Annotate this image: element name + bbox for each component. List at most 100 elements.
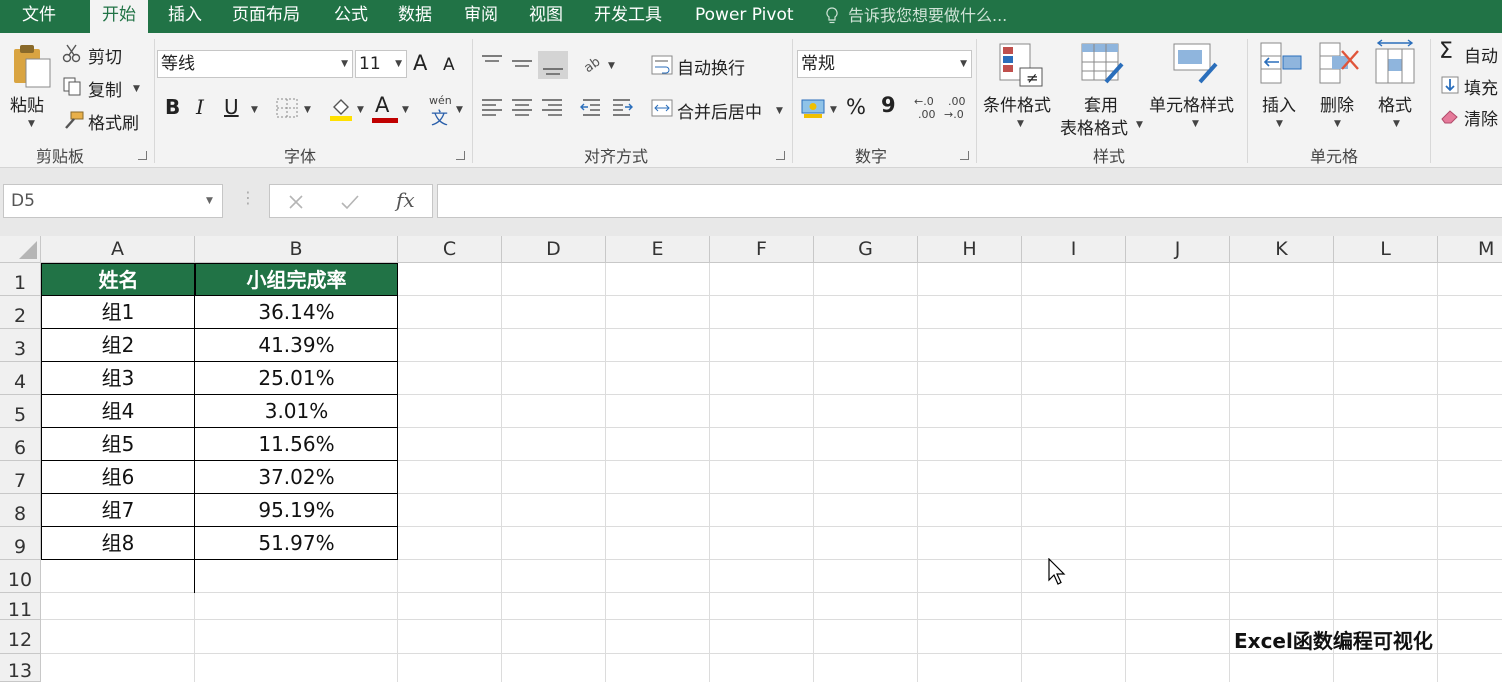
fill-color-icon[interactable] (328, 95, 354, 121)
chevron-down-icon[interactable]: ▼ (1136, 120, 1143, 130)
row-header[interactable]: 9 (0, 527, 41, 560)
cell-completion-rate[interactable]: 25.01% (195, 362, 398, 395)
column-header-a[interactable]: A (41, 236, 195, 263)
accounting-format-icon[interactable] (800, 96, 828, 120)
copy-button[interactable]: 复制 (88, 76, 122, 101)
chevron-down-icon[interactable]: ▼ (28, 119, 35, 129)
row-header[interactable]: 7 (0, 461, 41, 494)
chevron-down-icon[interactable]: ▼ (357, 105, 364, 115)
chevron-down-icon[interactable]: ▼ (304, 105, 311, 115)
italic-button[interactable]: I (196, 95, 204, 119)
cell-completion-rate[interactable]: 36.14% (195, 296, 398, 329)
column-header-g[interactable]: G (814, 236, 918, 263)
name-box[interactable]: D5 (3, 184, 223, 218)
format-as-table-button[interactable]: 表格格式 (1060, 114, 1128, 139)
comma-style-button[interactable]: 9 (881, 93, 896, 117)
cell-group-name[interactable]: 组5 (41, 428, 195, 461)
font-name-select[interactable]: 等线 ▼ (157, 50, 353, 78)
chevron-down-icon[interactable]: ▼ (776, 106, 783, 116)
dialog-launcher-icon[interactable] (456, 151, 465, 160)
row-header[interactable]: 6 (0, 428, 41, 461)
cell-group-name[interactable]: 组1 (41, 296, 195, 329)
chevron-down-icon[interactable]: ▼ (1393, 119, 1400, 129)
paste-icon[interactable] (10, 41, 54, 91)
row-header[interactable]: 4 (0, 362, 41, 395)
paste-button[interactable]: 粘贴 (10, 91, 44, 116)
format-cells-button[interactable]: 格式 (1378, 91, 1412, 116)
decrease-font-size-button[interactable]: A (443, 55, 455, 75)
chevron-down-icon[interactable]: ▼ (456, 105, 463, 115)
row-header[interactable]: 12 (0, 620, 41, 654)
column-header-h[interactable]: H (918, 236, 1022, 263)
chevron-down-icon[interactable]: ▼ (251, 105, 258, 115)
vertical-align-icons[interactable] (480, 51, 570, 79)
tab-view[interactable]: 视图 (529, 0, 563, 33)
font-color-button[interactable]: A (375, 93, 389, 117)
dialog-launcher-icon[interactable] (960, 151, 969, 160)
row-header[interactable]: 10 (0, 560, 41, 593)
increase-decimal-top[interactable]: ←.0 (914, 95, 934, 108)
tab-data[interactable]: 数据 (398, 0, 432, 33)
cell-group-name[interactable]: 组3 (41, 362, 195, 395)
cut-button[interactable]: 剪切 (88, 43, 122, 68)
chevron-down-icon[interactable]: ▼ (133, 84, 140, 94)
tab-review[interactable]: 审阅 (464, 0, 498, 33)
tab-home[interactable]: 开始 (90, 0, 148, 33)
table-header-rate[interactable]: 小组完成率 (195, 263, 398, 296)
column-header-i[interactable]: I (1022, 236, 1126, 263)
cancel-icon[interactable] (287, 193, 305, 211)
format-as-table-label-1[interactable]: 套用 (1084, 91, 1118, 116)
column-header-c[interactable]: C (398, 236, 502, 263)
dialog-launcher-icon[interactable] (776, 151, 785, 160)
cell-completion-rate[interactable]: 3.01% (195, 395, 398, 428)
column-header-j[interactable]: J (1126, 236, 1230, 263)
row-header[interactable]: 13 (0, 654, 41, 682)
chevron-down-icon[interactable]: ▼ (1017, 119, 1024, 129)
tab-insert[interactable]: 插入 (168, 0, 202, 33)
cell-completion-rate[interactable]: 95.19% (195, 494, 398, 527)
column-header-m[interactable]: M (1438, 236, 1502, 263)
tab-file[interactable]: 文件 (22, 0, 56, 33)
column-header-d[interactable]: D (502, 236, 606, 263)
row-header[interactable]: 2 (0, 296, 41, 329)
fill-button[interactable]: 填充 (1464, 74, 1498, 99)
clear-button[interactable]: 清除 (1464, 105, 1498, 130)
formula-input[interactable] (437, 184, 1502, 218)
tell-me-search[interactable]: 告诉我您想要做什么... (848, 0, 1007, 31)
chevron-down-icon[interactable]: ▼ (402, 105, 409, 115)
insert-cells-button[interactable]: 插入 (1262, 91, 1296, 116)
row-header[interactable]: 3 (0, 329, 41, 362)
insert-function-button[interactable]: fx (396, 188, 415, 212)
row-header[interactable]: 11 (0, 593, 41, 620)
column-header-l[interactable]: L (1334, 236, 1438, 263)
orientation-icon[interactable]: ab (582, 53, 606, 75)
more-options-icon[interactable]: ⋮ (240, 188, 256, 207)
table-header-name[interactable]: 姓名 (41, 263, 196, 296)
column-header-e[interactable]: E (606, 236, 710, 263)
cell-completion-rate[interactable]: 37.02% (195, 461, 398, 494)
cell-group-name[interactable]: 组2 (41, 329, 195, 362)
cell-group-name[interactable]: 组6 (41, 461, 195, 494)
row-header[interactable]: 8 (0, 494, 41, 527)
select-all-button[interactable] (0, 236, 41, 263)
tab-page-layout[interactable]: 页面布局 (232, 0, 300, 33)
merge-center-button[interactable]: 合并后居中 (677, 98, 762, 123)
cell-completion-rate[interactable]: 11.56% (195, 428, 398, 461)
chevron-down-icon[interactable]: ▼ (1334, 119, 1341, 129)
column-header-b[interactable]: B (195, 236, 398, 263)
phonetic-guide-button[interactable]: 文 (431, 104, 448, 129)
increase-decimal-bottom[interactable]: .00 (918, 108, 936, 121)
column-header-f[interactable]: F (710, 236, 814, 263)
format-painter-button[interactable]: 格式刷 (88, 109, 139, 134)
increase-font-size-button[interactable]: A (413, 51, 427, 75)
number-format-select[interactable]: 常规 ▼ (797, 50, 972, 78)
chevron-down-icon[interactable]: ▼ (1192, 119, 1199, 129)
font-size-select[interactable]: 11 ▼ (355, 50, 407, 78)
cell-group-name[interactable]: 组7 (41, 494, 195, 527)
borders-icon[interactable] (275, 97, 299, 119)
conditional-formatting-button[interactable]: 条件格式 (983, 91, 1051, 116)
tab-formulas[interactable]: 公式 (334, 0, 368, 33)
decrease-decimal-top[interactable]: .00 (948, 95, 966, 108)
chevron-down-icon[interactable]: ▼ (608, 61, 615, 71)
decrease-decimal-bottom[interactable]: →.0 (944, 108, 964, 121)
